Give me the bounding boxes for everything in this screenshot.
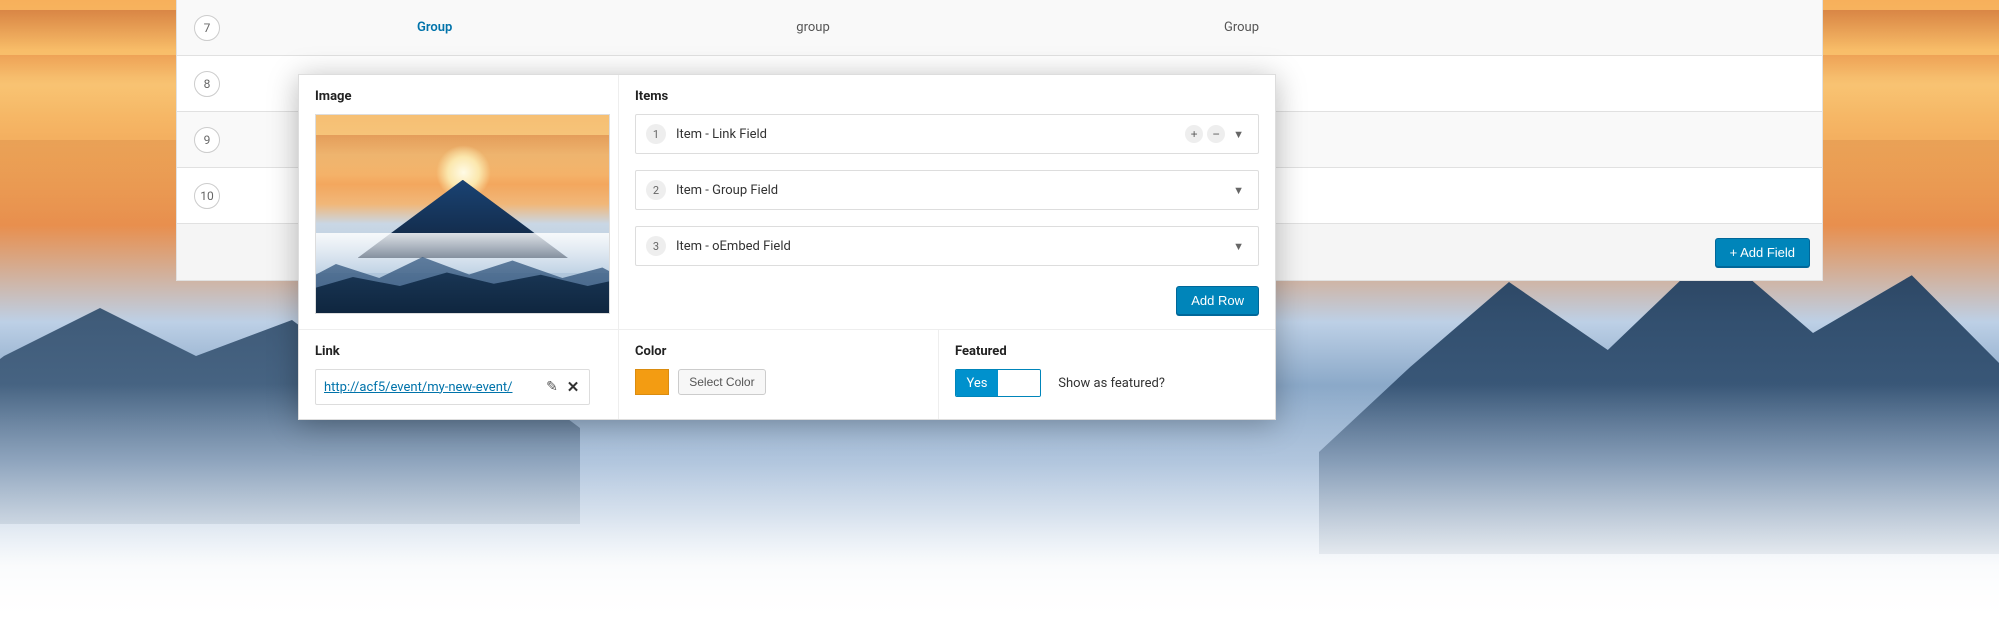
image-preview[interactable] <box>315 114 610 314</box>
repeater-item[interactable]: 3 Item - oEmbed Field ▼ <box>635 226 1259 266</box>
repeater-item[interactable]: 2 Item - Group Field ▼ <box>635 170 1259 210</box>
collapse-toggle-icon[interactable]: ▼ <box>1229 184 1248 197</box>
collapse-toggle-icon[interactable]: ▼ <box>1229 240 1248 253</box>
add-row-button[interactable]: Add Row <box>1176 286 1259 315</box>
color-swatch[interactable] <box>635 369 669 395</box>
add-item-icon[interactable]: + <box>1185 125 1203 143</box>
field-editor-card: Image Items 1 Item - Link Field + − ▼ <box>298 74 1276 420</box>
color-label: Color <box>635 344 922 359</box>
row-number: 10 <box>194 183 220 209</box>
select-color-button[interactable]: Select Color <box>678 369 765 395</box>
item-number: 3 <box>646 236 666 256</box>
items-label: Items <box>635 89 1259 104</box>
featured-label: Featured <box>955 344 1259 359</box>
item-number: 1 <box>646 124 666 144</box>
row-number: 9 <box>194 127 220 153</box>
remove-item-icon[interactable]: − <box>1207 125 1225 143</box>
collapse-toggle-icon[interactable]: ▼ <box>1229 128 1248 141</box>
featured-toggle[interactable]: Yes <box>955 369 1041 397</box>
row-number: 8 <box>194 71 220 97</box>
featured-description: Show as featured? <box>1058 376 1165 391</box>
item-number: 2 <box>646 180 666 200</box>
field-type: Clone <box>1224 76 1822 91</box>
item-title: Item - oEmbed Field <box>676 239 1229 254</box>
field-row[interactable]: 7 Group group Group <box>177 0 1822 56</box>
field-name: group <box>796 20 1224 35</box>
toggle-on-label: Yes <box>956 370 998 396</box>
item-title: Item - Group Field <box>676 183 1229 198</box>
image-label: Image <box>315 89 602 104</box>
link-label: Link <box>315 344 602 359</box>
field-type: Group <box>1224 20 1822 35</box>
repeater-item[interactable]: 1 Item - Link Field + − ▼ <box>635 114 1259 154</box>
link-url[interactable]: http://acf5/event/my-new-event/ <box>324 380 543 395</box>
add-field-button[interactable]: + Add Field <box>1715 238 1810 267</box>
item-title: Item - Link Field <box>676 127 1185 142</box>
link-field: http://acf5/event/my-new-event/ ✎ ✕ <box>315 369 590 405</box>
row-number: 7 <box>194 15 220 41</box>
remove-link-icon[interactable]: ✕ <box>565 378 581 396</box>
field-label-link[interactable]: Group <box>417 20 452 35</box>
edit-link-icon[interactable]: ✎ <box>543 379 561 395</box>
